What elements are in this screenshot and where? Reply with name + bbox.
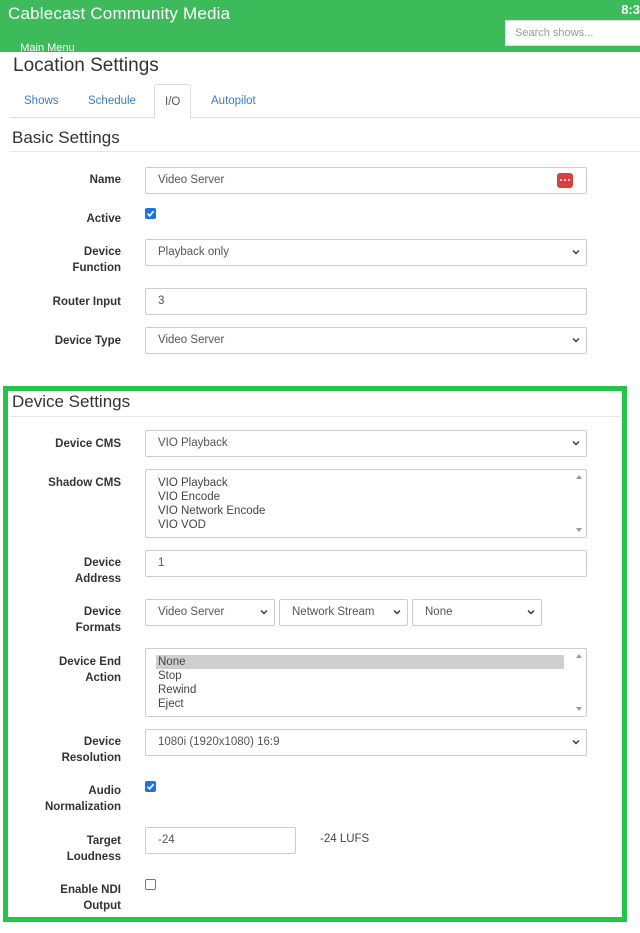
router-input-value: 3 <box>158 295 165 307</box>
audio-normalization-label-line1: Audio <box>88 785 121 797</box>
chevron-down-icon <box>527 610 535 615</box>
enable-ndi-label-line1: Enable NDI <box>60 884 121 896</box>
device-format-value-2: Network Stream <box>292 606 375 618</box>
shadow-cms-option[interactable]: VIO VOD <box>156 518 564 532</box>
basic-settings-title: Basic Settings <box>12 128 120 147</box>
device-resolution-value: 1080i (1920x1080) 16:9 <box>158 736 280 748</box>
enable-ndi-checkbox[interactable] <box>145 879 156 890</box>
device-function-label-line2: Function <box>72 262 121 274</box>
shadow-cms-label: Shadow CMS <box>48 477 121 489</box>
shadow-cms-option[interactable]: VIO Network Encode <box>156 504 564 518</box>
device-function-value: Playback only <box>158 246 229 258</box>
checkmark-icon <box>146 783 155 790</box>
end-action-option-selected[interactable]: None <box>156 655 564 669</box>
shadow-cms-option[interactable]: VIO Encode <box>156 490 564 504</box>
chevron-down-icon <box>572 338 580 343</box>
router-input-label: Router Input <box>52 296 121 308</box>
enable-ndi-label: Enable NDI Output <box>11 882 121 914</box>
target-loudness-value: -24 <box>158 834 175 846</box>
device-end-action-listbox[interactable]: None Stop Rewind Eject <box>145 648 587 717</box>
scroll-up-icon[interactable] <box>576 475 582 479</box>
device-format-select-2[interactable]: Network Stream <box>279 599 408 626</box>
chevron-down-icon <box>572 250 580 255</box>
target-loudness-field[interactable]: -24 <box>145 827 296 854</box>
target-loudness-label-line1: Target <box>86 835 121 847</box>
device-formats-label-line1: Device <box>83 606 121 618</box>
page-title: Location Settings <box>13 55 159 76</box>
basic-settings-divider <box>10 151 640 152</box>
active-checkbox[interactable] <box>145 208 156 219</box>
device-format-value-3: None <box>425 606 453 618</box>
tab-bar: Shows Schedule I/O Autopilot <box>10 84 640 119</box>
breadcrumb-main-menu[interactable]: Main Menu <box>20 42 74 54</box>
device-function-label: Device Function <box>11 244 121 276</box>
device-settings-divider <box>10 416 620 417</box>
tab-shows[interactable]: Shows <box>14 84 69 118</box>
name-value: Video Server <box>158 174 225 186</box>
device-address-label-line1: Device <box>83 557 121 569</box>
end-action-option[interactable]: Stop <box>156 669 564 683</box>
audio-normalization-label-line2: Normalization <box>44 801 121 813</box>
clock: 8:3 <box>621 2 640 17</box>
device-type-select[interactable]: Video Server <box>145 327 587 354</box>
chevron-down-icon <box>260 610 268 615</box>
end-action-option[interactable]: Rewind <box>156 683 564 697</box>
name-field[interactable]: Video Server <box>145 167 587 194</box>
enable-ndi-label-line2: Output <box>83 900 121 912</box>
search-input[interactable] <box>505 20 640 46</box>
chevron-down-icon <box>572 441 580 446</box>
device-format-value-1: Video Server <box>158 606 225 618</box>
audio-normalization-checkbox[interactable] <box>145 781 156 792</box>
device-resolution-label-line2: Resolution <box>61 752 121 764</box>
device-function-label-line1: Device <box>83 246 121 258</box>
device-type-value: Video Server <box>158 334 225 346</box>
device-cms-label: Device CMS <box>55 438 121 450</box>
scroll-up-icon[interactable] <box>576 654 582 658</box>
device-formats-label: Device Formats <box>11 604 121 636</box>
device-address-value: 1 <box>158 557 165 569</box>
scroll-down-icon[interactable] <box>576 707 582 711</box>
device-type-label: Device Type <box>54 335 121 347</box>
checkmark-icon <box>146 210 155 217</box>
active-label: Active <box>86 213 121 225</box>
top-bar: Cablecast Community Media 8:3 Main Menu … <box>0 0 640 126</box>
device-address-label: Device Address <box>11 555 121 587</box>
device-end-action-label-line1: Device End <box>59 656 121 668</box>
chevron-down-icon <box>572 740 580 745</box>
shadow-cms-option[interactable]: VIO Playback <box>156 476 564 490</box>
device-resolution-label-line1: Device <box>83 736 121 748</box>
name-label: Name <box>89 174 121 186</box>
target-loudness-label: Target Loudness <box>11 833 121 865</box>
device-settings-title: Device Settings <box>12 392 131 411</box>
device-address-field[interactable]: 1 <box>145 550 587 577</box>
device-resolution-label: Device Resolution <box>11 734 121 766</box>
device-format-select-3[interactable]: None <box>412 599 542 626</box>
router-input-field[interactable]: 3 <box>145 288 587 315</box>
scroll-down-icon[interactable] <box>576 528 582 532</box>
app-title[interactable]: Cablecast Community Media <box>8 4 230 24</box>
device-end-action-label: Device End Action <box>11 654 121 686</box>
device-cms-select[interactable]: VIO Playback <box>145 430 587 457</box>
end-action-option[interactable]: Eject <box>156 697 564 711</box>
chevron-down-icon <box>393 610 401 615</box>
device-resolution-select[interactable]: 1080i (1920x1080) 16:9 <box>145 729 587 756</box>
device-end-action-label-line2: Action <box>85 672 121 684</box>
device-address-label-line2: Address <box>74 573 121 585</box>
target-loudness-label-line2: Loudness <box>66 851 121 863</box>
ellipsis-icon[interactable] <box>557 173 573 188</box>
device-cms-value: VIO Playback <box>158 437 228 449</box>
tab-autopilot[interactable]: Autopilot <box>201 84 266 118</box>
device-function-select[interactable]: Playback only <box>145 239 587 266</box>
loudness-unit-readout: -24 LUFS <box>320 833 370 845</box>
audio-normalization-label: Audio Normalization <box>11 783 121 815</box>
tab-io[interactable]: I/O <box>154 84 192 119</box>
tab-schedule[interactable]: Schedule <box>78 84 146 118</box>
shadow-cms-listbox[interactable]: VIO Playback VIO Encode VIO Network Enco… <box>145 469 587 538</box>
device-formats-label-line2: Formats <box>75 622 121 634</box>
device-format-select-1[interactable]: Video Server <box>145 599 275 626</box>
